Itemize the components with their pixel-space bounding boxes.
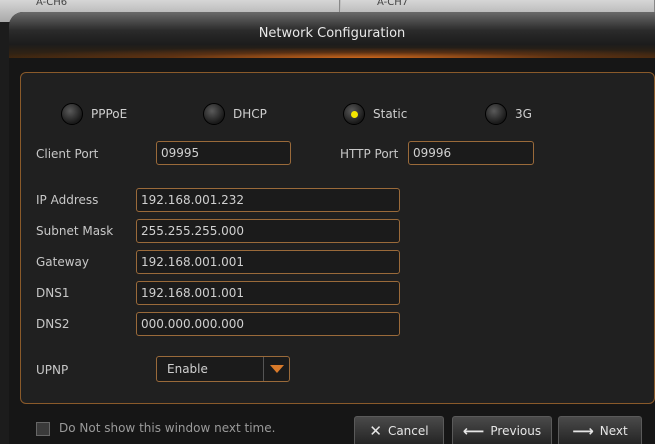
- screen: A-CH6 A-CH7 Network Configuration PPPoE …: [0, 0, 655, 444]
- camera-label: A-CH6: [36, 0, 68, 8]
- dropdown-arrow-icon[interactable]: [263, 357, 289, 381]
- dns2-label: DNS2: [36, 317, 70, 331]
- upnp-select[interactable]: Enable: [156, 356, 290, 382]
- previous-button[interactable]: ⟵ Previous: [452, 416, 552, 444]
- subnet-mask-input[interactable]: 255.255.255.000: [136, 219, 400, 243]
- radio-static[interactable]: Static: [343, 103, 407, 125]
- dns1-label: DNS1: [36, 286, 70, 300]
- arrow-right-icon: ⟶: [572, 422, 594, 440]
- http-port-input[interactable]: 09996: [408, 141, 534, 165]
- dialog-title: Network Configuration: [258, 26, 406, 41]
- gateway-input[interactable]: 192.168.001.001: [136, 250, 400, 274]
- arrow-left-icon: ⟵: [462, 422, 485, 440]
- radio-label: Static: [373, 107, 408, 121]
- dont-show-checkbox[interactable]: [36, 422, 50, 436]
- radio-3g[interactable]: 3G: [485, 103, 532, 125]
- upnp-value: Enable: [167, 362, 208, 376]
- dns2-input[interactable]: 000.000.000.000: [136, 312, 400, 336]
- dns1-input[interactable]: 192.168.001.001: [136, 281, 400, 305]
- client-port-input[interactable]: 09995: [156, 141, 291, 165]
- dialog-footer: Do Not show this window next time. ✕ Can…: [9, 408, 655, 444]
- radio-label: 3G: [515, 107, 532, 121]
- ip-address-label: IP Address: [36, 193, 99, 207]
- network-config-dialog: Network Configuration PPPoE DHCP Static …: [9, 12, 655, 444]
- radio-label: DHCP: [233, 107, 267, 121]
- subnet-mask-label: Subnet Mask: [36, 224, 114, 238]
- gateway-label: Gateway: [36, 255, 90, 269]
- http-port-label: HTTP Port: [340, 147, 399, 161]
- camera-label: A-CH7: [377, 0, 409, 8]
- radio-dot-icon: [485, 103, 507, 125]
- cancel-label: Cancel: [387, 424, 429, 438]
- previous-label: Previous: [490, 424, 542, 438]
- client-port-label: Client Port: [36, 147, 99, 161]
- radio-dot-icon: [61, 103, 83, 125]
- radio-pppoe[interactable]: PPPoE: [61, 103, 127, 125]
- radio-dot-selected-icon: [343, 103, 365, 125]
- title-bar: Network Configuration: [9, 12, 655, 58]
- settings-panel: PPPoE DHCP Static 3G Client Port 09995 H…: [20, 72, 655, 404]
- ip-address-input[interactable]: 192.168.001.232: [136, 188, 400, 212]
- radio-label: PPPoE: [91, 107, 128, 121]
- dont-show-label: Do Not show this window next time.: [59, 421, 276, 435]
- next-label: Next: [599, 424, 628, 438]
- radio-dot-icon: [203, 103, 225, 125]
- cancel-button[interactable]: ✕ Cancel: [354, 416, 444, 444]
- radio-dhcp[interactable]: DHCP: [203, 103, 267, 125]
- next-button[interactable]: ⟶ Next: [558, 416, 642, 444]
- upnp-label: UPNP: [36, 363, 69, 377]
- close-icon: ✕: [369, 422, 382, 440]
